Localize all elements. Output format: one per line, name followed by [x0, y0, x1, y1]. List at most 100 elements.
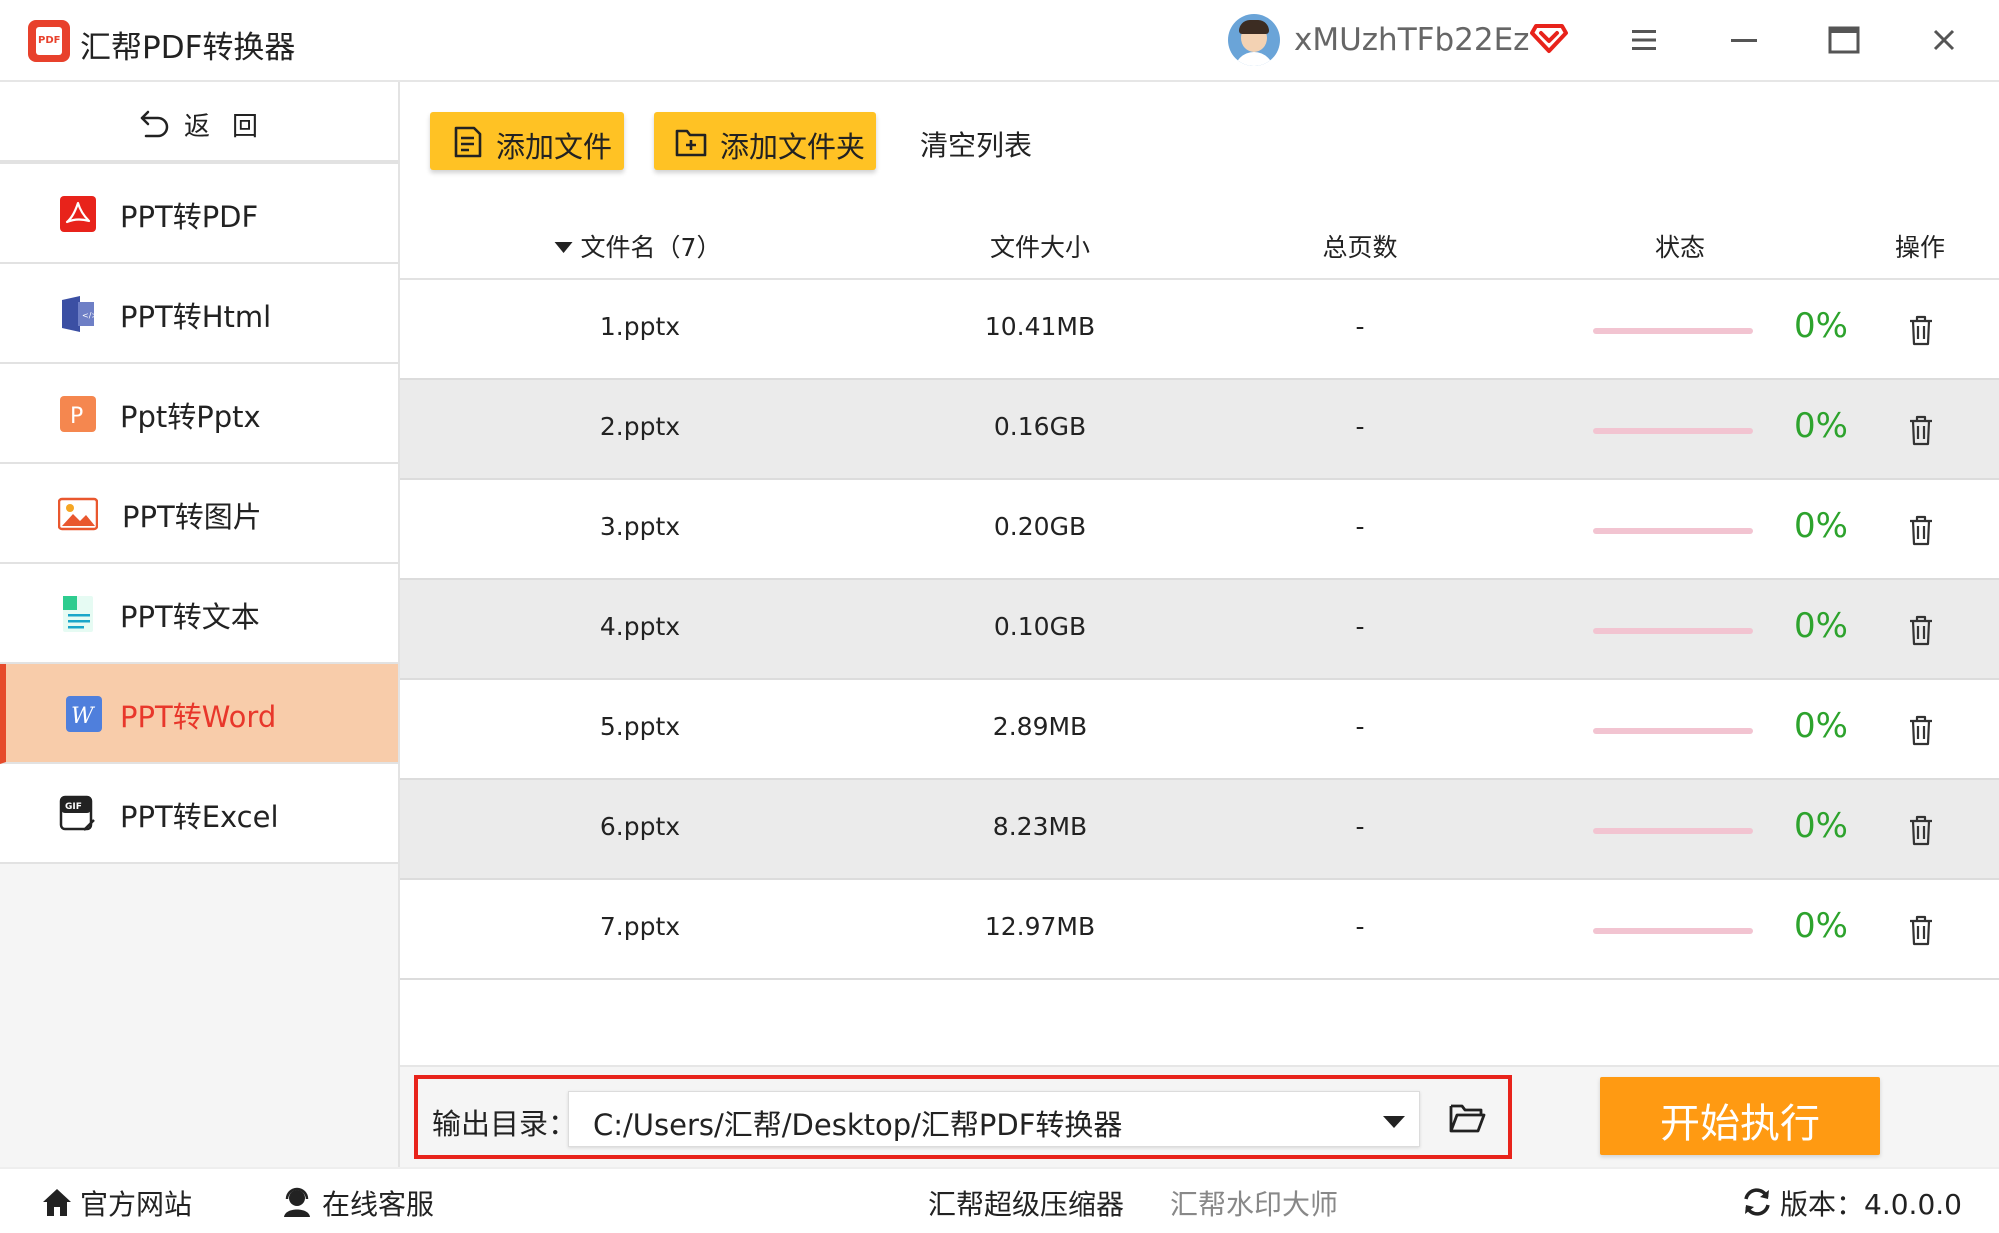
- file-name: 2.pptx: [599, 412, 681, 441]
- app-logo-icon: PDF: [28, 20, 70, 62]
- table-header: 文件名（7） 文件大小 总页数 状态 操作: [400, 208, 1999, 280]
- file-size: 8.23MB: [992, 812, 1088, 841]
- username[interactable]: xMUzhTFb22Ez: [1294, 22, 1529, 58]
- customer-service-icon: [284, 1187, 310, 1217]
- table-row[interactable]: 5.pptx 2.89MB - 0%: [400, 680, 1999, 780]
- page-count: -: [1355, 312, 1365, 341]
- sidebar-item-ppt-to-text[interactable]: PPT转文本: [0, 564, 398, 664]
- output-path-select[interactable]: C:/Users/汇帮/Desktop/汇帮PDF转换器: [568, 1091, 1420, 1147]
- file-name: 7.pptx: [599, 912, 681, 941]
- table-row[interactable]: 3.pptx 0.20GB - 0%: [400, 480, 1999, 580]
- sort-down-icon: [554, 241, 573, 253]
- trash-icon[interactable]: [1906, 814, 1936, 846]
- menu-icon[interactable]: [1624, 20, 1664, 60]
- version-number: 4.0.0.0: [1864, 1188, 1962, 1221]
- sidebar-item-ppt-to-html[interactable]: </> PPT转Html: [0, 264, 398, 364]
- output-directory-box: 输出目录： C:/Users/汇帮/Desktop/汇帮PDF转换器: [414, 1075, 1512, 1159]
- file-table: 1.pptx 10.41MB - 0% 2.pptx 0.16GB - 0% 3…: [400, 280, 1999, 980]
- trash-icon[interactable]: [1906, 414, 1936, 446]
- online-service-link[interactable]: 在线客服: [322, 1183, 434, 1223]
- compressor-link[interactable]: 汇帮超级压缩器: [928, 1183, 1124, 1223]
- svg-text:GIF: GIF: [65, 802, 82, 812]
- svg-text:W: W: [71, 704, 96, 729]
- table-row[interactable]: 1.pptx 10.41MB - 0%: [400, 280, 1999, 380]
- app-title: 汇帮PDF转换器: [80, 30, 296, 66]
- back-button[interactable]: 返回: [0, 82, 398, 164]
- version-label: 版本：: [1780, 1188, 1865, 1221]
- sidebar-item-label: PPT转Word: [120, 700, 277, 734]
- progress-bar: [1593, 628, 1753, 634]
- add-folder-label: 添加文件夹: [720, 130, 866, 164]
- pdf-icon: [60, 196, 96, 232]
- open-folder-icon[interactable]: [1448, 1101, 1486, 1135]
- version-info: 版本：4.0.0.0: [1780, 1183, 1962, 1223]
- clear-list-button[interactable]: 清空列表: [920, 124, 1032, 164]
- sidebar-item-label: PPT转Html: [120, 300, 272, 334]
- progress-percent: 0%: [1794, 906, 1848, 946]
- file-name: 4.pptx: [599, 612, 681, 641]
- trash-icon[interactable]: [1906, 714, 1936, 746]
- sidebar-item-label: PPT转图片: [122, 500, 262, 534]
- progress-percent: 0%: [1794, 506, 1848, 546]
- progress-percent: 0%: [1794, 806, 1848, 846]
- progress-bar: [1593, 428, 1753, 434]
- progress-bar: [1593, 528, 1753, 534]
- image-icon: [58, 497, 98, 531]
- column-status: 状态: [1654, 233, 1706, 262]
- watermark-link[interactable]: 汇帮水印大师: [1170, 1183, 1338, 1223]
- file-size: 12.97MB: [984, 912, 1096, 941]
- page-count: -: [1355, 812, 1365, 841]
- trash-icon[interactable]: [1906, 914, 1936, 946]
- html-icon: </>: [62, 296, 98, 332]
- output-label: 输出目录：: [432, 1107, 578, 1141]
- official-website-link[interactable]: 官方网站: [80, 1183, 192, 1223]
- minimize-icon[interactable]: [1724, 20, 1764, 60]
- pptx-icon: P: [60, 396, 96, 432]
- page-count: -: [1355, 512, 1365, 541]
- file-size: 10.41MB: [984, 312, 1096, 341]
- column-filename[interactable]: 文件名（7）: [554, 228, 721, 264]
- add-file-icon: [454, 126, 482, 158]
- title-bar: PDF 汇帮PDF转换器 xMUzhTFb22Ez: [0, 0, 1999, 82]
- column-size: 文件大小: [989, 233, 1091, 262]
- sidebar-item-ppt-to-image[interactable]: PPT转图片: [0, 464, 398, 564]
- progress-bar: [1593, 728, 1753, 734]
- sidebar-item-ppt-to-pdf[interactable]: PPT转PDF: [0, 164, 398, 264]
- progress-percent: 0%: [1794, 406, 1848, 446]
- start-button[interactable]: 开始执行: [1600, 1077, 1880, 1155]
- table-row[interactable]: 7.pptx 12.97MB - 0%: [400, 880, 1999, 980]
- close-icon[interactable]: [1924, 20, 1964, 60]
- word-icon: W: [66, 696, 102, 732]
- vip-diamond-icon[interactable]: [1530, 18, 1568, 56]
- sidebar-item-label: Ppt转Pptx: [120, 400, 261, 434]
- start-button-label: 开始执行: [1660, 1101, 1820, 1147]
- file-name: 6.pptx: [599, 812, 681, 841]
- maximize-icon[interactable]: [1824, 20, 1864, 60]
- svg-text:P: P: [70, 404, 83, 429]
- nav-list: PPT转PDF </> PPT转Html P Ppt转Pptx PPT转图片 P…: [0, 164, 398, 864]
- sidebar-item-label: PPT转PDF: [120, 200, 259, 234]
- trash-icon[interactable]: [1906, 614, 1936, 646]
- file-name: 5.pptx: [599, 712, 681, 741]
- trash-icon[interactable]: [1906, 314, 1936, 346]
- logo-text: PDF: [38, 35, 61, 46]
- table-row[interactable]: 4.pptx 0.10GB - 0%: [400, 580, 1999, 680]
- table-row[interactable]: 2.pptx 0.16GB - 0%: [400, 380, 1999, 480]
- add-folder-button[interactable]: 添加文件夹: [654, 112, 876, 170]
- trash-icon[interactable]: [1906, 514, 1936, 546]
- footer: 官方网站 在线客服 汇帮超级压缩器 汇帮水印大师 版本：4.0.0.0: [0, 1167, 1999, 1233]
- add-file-button[interactable]: 添加文件: [430, 112, 624, 170]
- progress-percent: 0%: [1794, 606, 1848, 646]
- svg-text:</>: </>: [82, 311, 98, 320]
- sidebar-item-ppt-to-word[interactable]: W PPT转Word: [0, 664, 398, 764]
- add-file-label: 添加文件: [496, 130, 613, 164]
- avatar[interactable]: [1228, 14, 1280, 66]
- refresh-icon[interactable]: [1740, 1185, 1774, 1219]
- chevron-down-icon[interactable]: [1383, 1116, 1405, 1128]
- back-arrow-icon: [140, 110, 169, 138]
- table-row[interactable]: 6.pptx 8.23MB - 0%: [400, 780, 1999, 880]
- sidebar-item-ppt-to-excel[interactable]: GIF PPT转Excel: [0, 764, 398, 864]
- sidebar-item-label: PPT转文本: [120, 600, 260, 634]
- home-icon: [43, 1189, 71, 1216]
- sidebar-item-ppt-to-pptx[interactable]: P Ppt转Pptx: [0, 364, 398, 464]
